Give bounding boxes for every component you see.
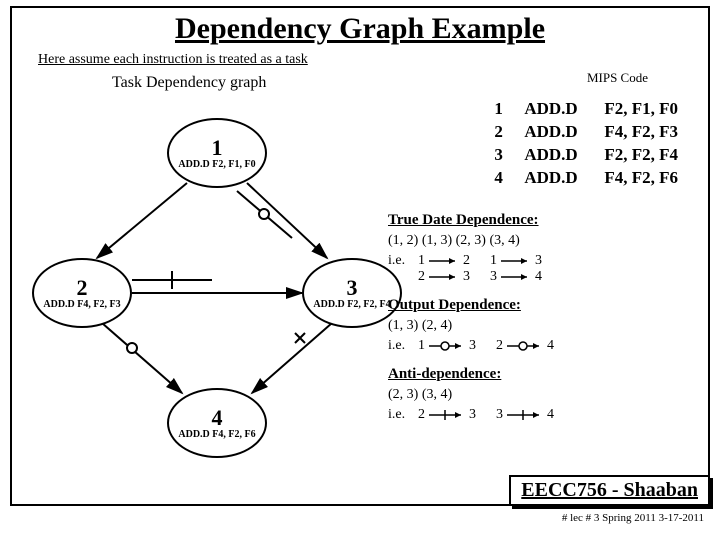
arrow-to: 3 (469, 338, 476, 354)
node-instr: ADD.D F2, F2, F4 (304, 299, 400, 310)
code-row: 3 ADD.D F2, F2, F4 (494, 144, 678, 167)
code-row: 1 ADD.D F2, F1, F0 (494, 98, 678, 121)
arrow-from: 3 (496, 407, 503, 423)
output-dep-heading: Output Dependence: (388, 297, 688, 314)
node-instr: ADD.D F4, F2, F6 (169, 429, 265, 440)
graph-node-1: 1 ADD.D F2, F1, F0 (167, 118, 267, 188)
node-num: 4 (169, 407, 265, 429)
true-dep-heading: True Date Dependence: (388, 212, 688, 229)
graph-node-2: 2 ADD.D F4, F2, F3 (32, 258, 132, 328)
code-num: 2 (494, 121, 524, 144)
arrow-icon (499, 272, 533, 282)
node-num: 1 (169, 137, 265, 159)
arrow-anti-icon (505, 409, 545, 421)
code-args: F2, F2, F4 (604, 144, 678, 167)
ie-label: i.e. (388, 253, 416, 269)
code-op: ADD.D (524, 98, 604, 121)
arrow-to: 3 (535, 253, 542, 269)
arrow-from: 1 (418, 338, 425, 354)
arrow-anti-icon (427, 409, 467, 421)
mips-code-label: MIPS Code (587, 70, 648, 86)
code-op: ADD.D (524, 167, 604, 190)
anti-dep-heading: Anti-dependence: (388, 366, 688, 383)
ie-label: i.e. (388, 407, 416, 423)
mips-code-block: 1 ADD.D F2, F1, F0 2 ADD.D F4, F2, F3 3 … (494, 98, 678, 190)
code-row: 4 ADD.D F4, F2, F6 (494, 167, 678, 190)
code-args: F4, F2, F3 (604, 121, 678, 144)
arrow-to: 3 (469, 407, 476, 423)
code-row: 2 ADD.D F4, F2, F3 (494, 121, 678, 144)
arrow-from: 2 (496, 338, 503, 354)
arrow-from: 2 (418, 407, 425, 423)
arrow-from: 3 (490, 269, 497, 285)
arrow-icon (427, 256, 461, 266)
node-num: 3 (304, 277, 400, 299)
true-dep-arrows: 2 3 3 4 (388, 269, 688, 285)
arrow-to: 3 (463, 269, 470, 285)
graph-node-4: 4 ADD.D F4, F2, F6 (167, 388, 267, 458)
node-instr: ADD.D F4, F2, F3 (34, 299, 130, 310)
code-num: 3 (494, 144, 524, 167)
arrow-output-icon (505, 340, 545, 352)
true-dep-arrows: i.e. 1 2 1 3 (388, 253, 688, 269)
dependence-section: True Date Dependence: (1, 2) (1, 3) (2, … (388, 208, 688, 423)
output-dep-pairs: (1, 3) (2, 4) (388, 318, 688, 334)
arrow-to: 4 (535, 269, 542, 285)
code-op: ADD.D (524, 144, 604, 167)
code-op: ADD.D (524, 121, 604, 144)
arrow-icon (427, 272, 461, 282)
code-args: F4, F2, F6 (604, 167, 678, 190)
anti-dep-pairs: (2, 3) (3, 4) (388, 387, 688, 403)
node-instr: ADD.D F2, F1, F0 (169, 159, 265, 170)
ie-label: i.e. (388, 338, 416, 354)
code-num: 4 (494, 167, 524, 190)
true-dep-pairs: (1, 2) (1, 3) (2, 3) (3, 4) (388, 233, 688, 249)
arrow-from: 2 (418, 269, 425, 285)
node-num: 2 (34, 277, 130, 299)
arrow-from: 1 (490, 253, 497, 269)
arrow-to: 4 (547, 338, 554, 354)
footer-course-box: EECC756 - Shaaban (509, 475, 710, 506)
code-args: F2, F1, F0 (604, 98, 678, 121)
anti-dep-arrows: i.e. 2 3 3 4 (388, 407, 688, 423)
arrow-to: 4 (547, 407, 554, 423)
footer-note: # lec # 3 Spring 2011 3-17-2011 (562, 512, 704, 524)
output-dep-arrows: i.e. 1 3 2 4 (388, 338, 688, 354)
arrow-icon (499, 256, 533, 266)
arrow-output-icon (427, 340, 467, 352)
slide-title: Dependency Graph Example (12, 12, 708, 46)
slide-subtitle: Here assume each instruction is treated … (38, 52, 708, 68)
code-num: 1 (494, 98, 524, 121)
arrow-from: 1 (418, 253, 425, 269)
graph-node-3: 3 ADD.D F2, F2, F4 (302, 258, 402, 328)
arrow-to: 2 (463, 253, 470, 269)
slide-frame: Dependency Graph Example Here assume eac… (10, 6, 710, 506)
